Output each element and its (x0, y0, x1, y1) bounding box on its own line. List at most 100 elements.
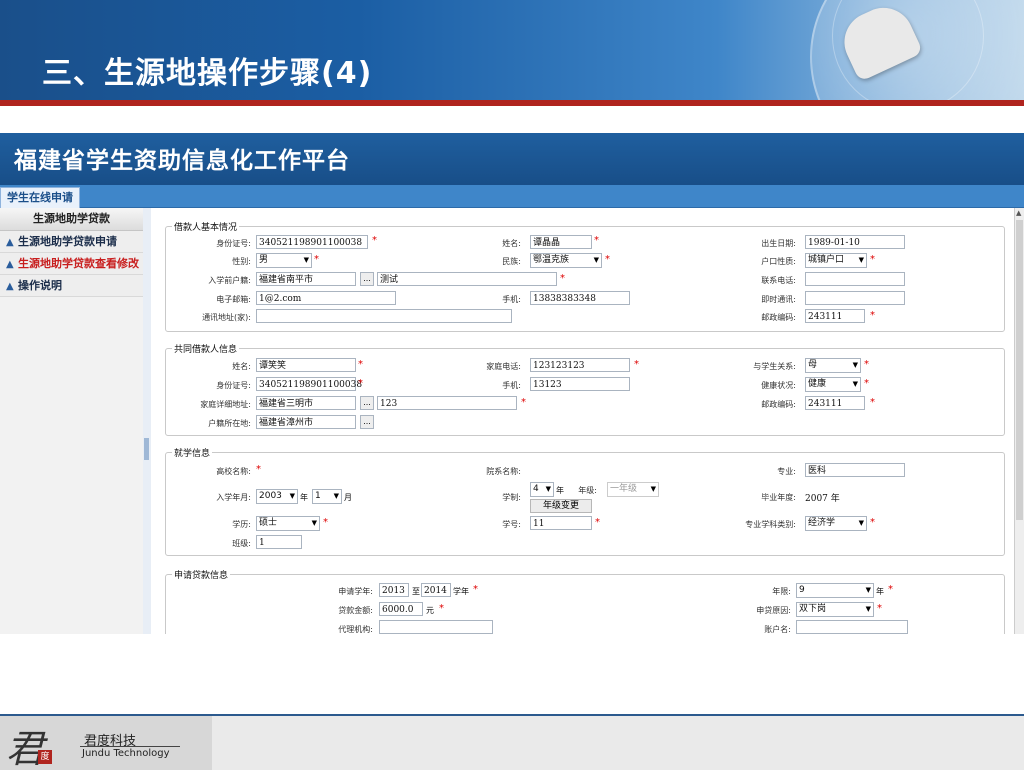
loan-legend: 申请贷款信息 (174, 571, 229, 581)
company-logo: 君 度 君度科技 Jundu Technology (0, 716, 212, 771)
co-mobile-label: 手机: (502, 381, 521, 390)
birth-field[interactable]: 1989-01-10 (805, 235, 905, 249)
address-label: 通讯地址(家): (202, 313, 251, 322)
app-banner: 福建省学生资助信息化工作平台 (0, 133, 1024, 185)
splitter-grip[interactable] (144, 438, 149, 460)
required-mark: * (870, 310, 875, 321)
required-mark: * (594, 235, 599, 246)
co-hukou-field[interactable]: 福建省漳州市 (256, 415, 356, 429)
logo-seal: 度 (38, 750, 52, 764)
relation-label: 与学生关系: (753, 362, 796, 371)
enroll-year-select[interactable]: 2003 ▼ (256, 489, 298, 504)
logo-divider (80, 746, 180, 747)
email-label: 电子邮箱: (216, 295, 251, 304)
agency-field[interactable] (379, 620, 493, 634)
sidebar-item-view-edit[interactable]: ▲ 生源地助学贷款查看修改 (0, 253, 143, 275)
degree-select[interactable]: 硕士 ▼ (256, 516, 320, 531)
length-value: 4 (533, 484, 539, 494)
id-field[interactable]: 340521198901100038 (256, 235, 368, 249)
amount-field[interactable]: 6000.0 (379, 602, 423, 616)
loan-year-to-field[interactable]: 2014 (421, 583, 451, 597)
slide-footer: 君 度 君度科技 Jundu Technology (0, 714, 1024, 771)
co-id-label: 身份证号: (216, 381, 251, 390)
relation-select[interactable]: 母 ▼ (805, 358, 861, 373)
reason-select[interactable]: 双下岗 ▼ (796, 602, 874, 617)
co-zip-field[interactable]: 243111 (805, 396, 865, 410)
tab-bar: 学生在线申请 (0, 185, 1024, 208)
required-mark: * (605, 254, 610, 265)
co-address-field[interactable]: 福建省三明市 (256, 396, 356, 410)
pre-hukou-picker-button[interactable]: ... (360, 272, 374, 286)
main-content: 借款人基本情况 身份证号: 340521198901100038 * 姓名: 谭… (151, 208, 1014, 634)
sidebar-splitter[interactable] (143, 208, 151, 634)
home-phone-field[interactable]: 123123123 (530, 358, 630, 372)
required-mark: * (439, 603, 444, 614)
mobile-field[interactable]: 13838383348 (530, 291, 630, 305)
class-field[interactable]: 1 (256, 535, 302, 549)
enroll-year-unit: 年 (300, 493, 308, 502)
health-select[interactable]: 健康 ▼ (805, 377, 861, 392)
zip-field[interactable]: 243111 (805, 309, 865, 323)
name-field[interactable]: 谭晶晶 (530, 235, 592, 249)
vertical-scrollbar[interactable]: ▲ (1014, 208, 1024, 634)
amount-unit: 元 (426, 606, 434, 615)
account-field[interactable] (796, 620, 908, 634)
length-unit: 年 (556, 486, 564, 495)
pre-hukou-detail-field[interactable]: 测试 (377, 272, 557, 286)
category-select[interactable]: 经济学 ▼ (805, 516, 867, 531)
reason-label: 申贷原因: (756, 606, 791, 615)
term-unit: 年 (876, 587, 884, 596)
scrollbar-thumb[interactable] (1016, 220, 1023, 520)
category-label: 专业学科类别: (745, 520, 796, 529)
sidebar-item-help[interactable]: ▲ 操作说明 (0, 275, 143, 297)
sidebar-header[interactable]: 生源地助学贷款 (0, 208, 143, 231)
im-field[interactable] (805, 291, 905, 305)
home-phone-label: 家庭电话: (486, 362, 521, 371)
major-field[interactable]: 医科 (805, 463, 905, 477)
required-mark: * (521, 397, 526, 408)
email-field[interactable]: 1@2.com (256, 291, 396, 305)
grade-select[interactable]: 一年级 ▼ (607, 482, 659, 497)
pre-hukou-label: 入学前户籍: (208, 276, 251, 285)
student-no-field[interactable]: 11 (530, 516, 592, 530)
loan-year-suffix: 学年 (453, 587, 469, 596)
co-address-detail-field[interactable]: 123 (377, 396, 517, 410)
tab-student-apply[interactable]: 学生在线申请 (0, 187, 80, 208)
co-id-field[interactable]: 340521198901100038 (256, 377, 362, 391)
degree-label: 学历: (232, 520, 251, 529)
co-name-field[interactable]: 谭笑笑 (256, 358, 356, 372)
length-select[interactable]: 4 ▼ (530, 482, 554, 497)
ethnic-select[interactable]: 鄂温克族 ▼ (530, 253, 602, 268)
term-select[interactable]: 9 ▼ (796, 583, 874, 598)
required-mark: * (870, 397, 875, 408)
required-mark: * (358, 378, 363, 389)
grade-change-button[interactable]: 年级变更 (530, 499, 592, 513)
enroll-month-select[interactable]: 1 ▼ (312, 489, 342, 504)
co-mobile-field[interactable]: 13123 (530, 377, 630, 391)
study-legend: 就学信息 (174, 449, 211, 459)
required-mark: * (314, 254, 319, 265)
loan-year-from-field[interactable]: 2013 (379, 583, 409, 597)
chevron-down-icon: ▼ (650, 485, 656, 493)
category-value: 经济学 (808, 518, 836, 528)
loan-year-to-word: 至 (412, 587, 420, 596)
enroll-label: 入学年月: (216, 493, 251, 502)
chevron-down-icon: ▼ (593, 256, 599, 264)
pre-hukou-field[interactable]: 福建省南平市 (256, 272, 356, 286)
phone-field[interactable] (805, 272, 905, 286)
scroll-up-icon[interactable]: ▲ (1016, 209, 1021, 217)
co-address-picker-button[interactable]: ... (360, 396, 374, 410)
hukou-type-select[interactable]: 城镇户口 ▼ (805, 253, 867, 268)
address-field[interactable] (256, 309, 512, 323)
co-hukou-picker-button[interactable]: ... (360, 415, 374, 429)
degree-value: 硕士 (259, 518, 278, 528)
sidebar-item-apply[interactable]: ▲ 生源地助学贷款申请 (0, 231, 143, 253)
required-mark: * (473, 584, 478, 595)
chevron-down-icon: ▼ (303, 256, 309, 264)
required-mark: * (877, 603, 882, 614)
gender-select[interactable]: 男 ▼ (256, 253, 312, 268)
required-mark: * (888, 584, 893, 595)
hukou-type-label: 户口性质: (761, 257, 796, 266)
chevron-down-icon: ▼ (865, 586, 871, 594)
grade-label: 年级: (578, 486, 597, 495)
